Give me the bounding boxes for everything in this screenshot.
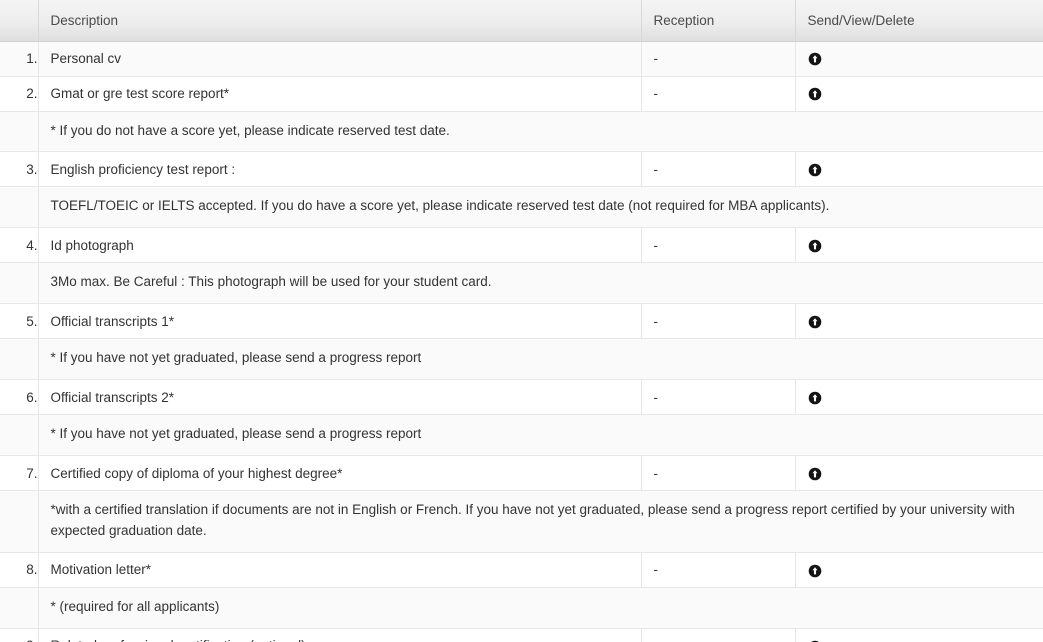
row-description: Motivation letter*: [38, 552, 642, 588]
row-upload-action[interactable]: [795, 552, 1043, 588]
table-note-row: 3Mo max. Be Careful : This photograph wi…: [0, 262, 1043, 305]
row-description: Gmat or gre test score report*: [38, 76, 642, 112]
row-upload-action[interactable]: [795, 379, 1043, 416]
table-body: 1. Personal cv -2. Gmat or gre test score r…: [0, 41, 1043, 642]
row-reception-status: -: [641, 455, 796, 492]
column-header-reception: Reception: [641, 0, 796, 42]
table-header: Description Reception Send/View/Delete: [0, 0, 1043, 42]
row-number: 2.: [0, 76, 39, 112]
upload-icon[interactable]: [808, 87, 822, 101]
row-upload-action[interactable]: [795, 41, 1043, 77]
row-reception-status: -: [641, 552, 796, 588]
table-note-row: * If you have not yet graduated, please …: [0, 414, 1043, 457]
row-reception-status: -: [641, 76, 796, 112]
note-row-number-spacer: [0, 111, 39, 153]
column-header-number: [0, 0, 39, 42]
row-number: 4.: [0, 227, 39, 264]
table-note-row: * (required for all applicants): [0, 587, 1043, 629]
row-upload-action[interactable]: [795, 227, 1043, 264]
row-upload-action[interactable]: [795, 76, 1043, 112]
note-text: * (required for all applicants): [38, 587, 1043, 629]
table-row: 1. Personal cv -: [0, 41, 1043, 77]
note-text: * If you do not have a score yet, please…: [38, 111, 1043, 153]
table-note-row: *with a certified translation if documen…: [0, 490, 1043, 553]
note-text: TOEFL/TOEIC or IELTS accepted. If you do…: [38, 186, 1043, 229]
table-note-row: * If you do not have a score yet, please…: [0, 111, 1043, 153]
upload-icon[interactable]: [808, 239, 822, 253]
note-row-number-spacer: [0, 414, 39, 457]
row-description: Related professional certification (opti…: [38, 628, 642, 642]
upload-icon[interactable]: [808, 315, 822, 329]
table-row: 7. Certified copy of diploma of your high…: [0, 455, 1043, 492]
table-row: 5. Official transcripts 1* -: [0, 303, 1043, 340]
note-row-number-spacer: [0, 186, 39, 229]
row-description: Personal cv: [38, 41, 642, 77]
row-number: 8.: [0, 552, 39, 588]
row-number: 7.: [0, 455, 39, 492]
row-reception-status: -: [641, 41, 796, 77]
table-row: 6. Official transcripts 2* -: [0, 379, 1043, 416]
row-number: 3.: [0, 151, 39, 188]
row-description: Certified copy of diploma of your highes…: [38, 455, 642, 492]
table-row: 3. English proficiency test report :-: [0, 151, 1043, 188]
row-number: 5.: [0, 303, 39, 340]
note-row-number-spacer: [0, 587, 39, 629]
table-note-row: * If you have not yet graduated, please …: [0, 338, 1043, 381]
row-upload-action[interactable]: [795, 455, 1043, 492]
note-text: * If you have not yet graduated, please …: [38, 338, 1043, 381]
row-number: 1.: [0, 41, 39, 77]
upload-icon[interactable]: [808, 163, 822, 177]
upload-icon[interactable]: [808, 52, 822, 66]
documents-checklist-table: Description Reception Send/View/Delete 1…: [0, 0, 1043, 642]
upload-icon[interactable]: [808, 467, 822, 481]
upload-icon[interactable]: [808, 391, 822, 405]
table-header-row: Description Reception Send/View/Delete: [0, 0, 1043, 42]
row-description: Official transcripts 2*: [38, 379, 642, 416]
column-header-send-view-delete: Send/View/Delete: [795, 0, 1043, 42]
note-row-number-spacer: [0, 338, 39, 381]
row-reception-status: -: [641, 628, 796, 642]
note-text: * If you have not yet graduated, please …: [38, 414, 1043, 457]
upload-icon[interactable]: [808, 564, 822, 578]
row-upload-action[interactable]: [795, 151, 1043, 188]
row-reception-status: -: [641, 227, 796, 264]
row-description: Id photograph: [38, 227, 642, 264]
note-row-number-spacer: [0, 490, 39, 553]
row-reception-status: -: [641, 151, 796, 188]
row-number: 6.: [0, 379, 39, 416]
table-row: 8. Motivation letter* -: [0, 552, 1043, 588]
row-upload-action[interactable]: [795, 303, 1043, 340]
column-header-description: Description: [38, 0, 642, 42]
table-row: 4. Id photograph -: [0, 227, 1043, 264]
row-reception-status: -: [641, 379, 796, 416]
note-text: *with a certified translation if documen…: [38, 490, 1043, 553]
row-number: 9.: [0, 628, 39, 642]
row-reception-status: -: [641, 303, 796, 340]
table-note-row: TOEFL/TOEIC or IELTS accepted. If you do…: [0, 186, 1043, 229]
row-description: Official transcripts 1*: [38, 303, 642, 340]
row-upload-action[interactable]: [795, 628, 1043, 642]
table-row: 9.Related professional certification (op…: [0, 628, 1043, 642]
row-description: English proficiency test report :: [38, 151, 642, 188]
note-text: 3Mo max. Be Careful : This photograph wi…: [38, 262, 1043, 305]
table-row: 2. Gmat or gre test score report* -: [0, 76, 1043, 112]
note-row-number-spacer: [0, 262, 39, 305]
